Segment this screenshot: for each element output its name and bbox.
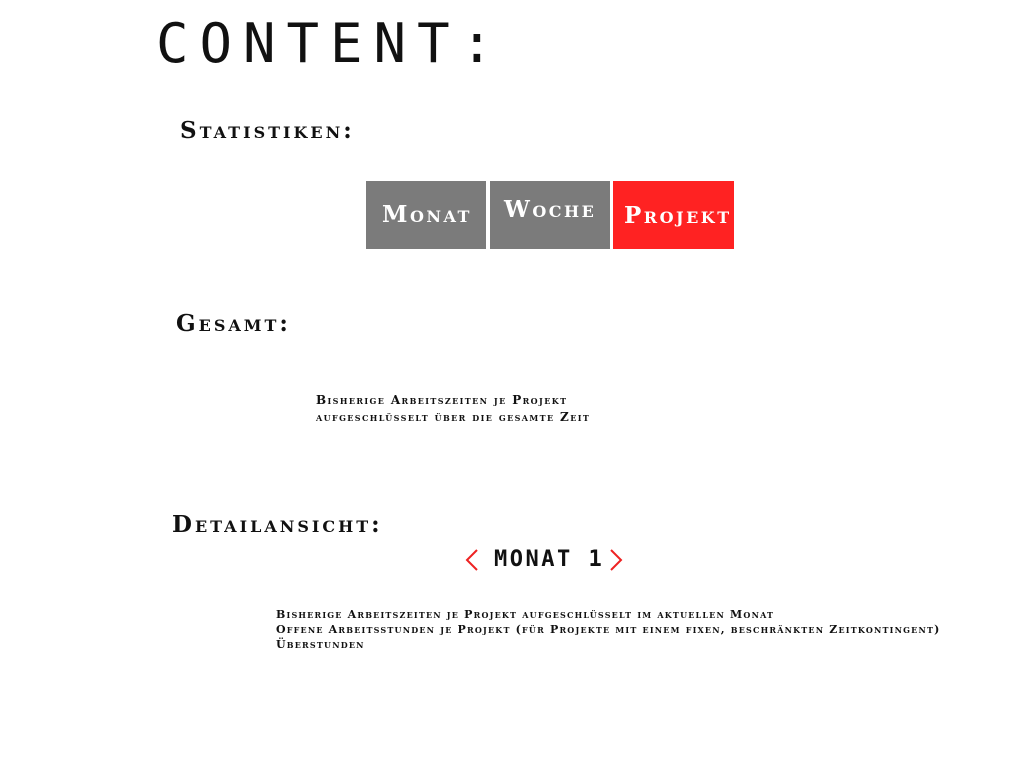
tab-monat[interactable]: Monat [366,181,486,249]
tab-woche[interactable]: Woche [490,181,610,249]
tab-woche-label: Woche [504,196,597,223]
detail-description: Bisherige Arbeitszeiten je Projekt aufge… [276,607,941,652]
detail-description-line: Überstunden [276,638,365,651]
total-description: Bisherige Arbeitszeiten je Projekt aufge… [316,392,590,426]
detail-description-line: Bisherige Arbeitszeiten je Projekt aufge… [276,608,775,621]
tab-projekt-label: Projekt [624,202,732,229]
page-title: CONTENT: [156,12,505,75]
detail-description-line: Offene Arbeitsstunden je Projekt (für Pr… [276,623,941,636]
tab-projekt[interactable]: Projekt [613,181,734,249]
total-description-line: Bisherige Arbeitszeiten je Projekt [316,393,568,407]
detail-heading: Detailansicht: [172,511,383,538]
total-description-line: aufgeschlüsselt über die gesamte Zeit [316,410,591,424]
tab-monat-label: Monat [382,201,472,228]
month-label: MONAT 1 [494,547,605,572]
chevron-right-icon[interactable] [608,546,624,574]
chevron-left-icon[interactable] [464,546,480,574]
statistics-heading: Statistiken: [180,117,355,144]
total-heading: Gesamt: [176,310,291,337]
